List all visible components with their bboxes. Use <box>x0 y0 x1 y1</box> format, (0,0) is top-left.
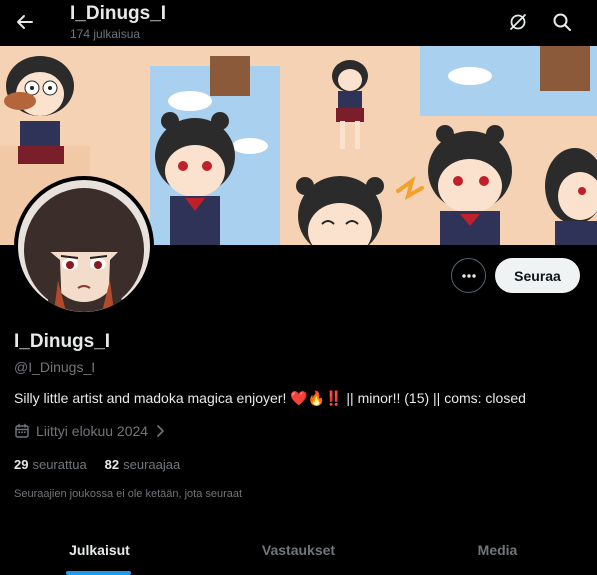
more-icon <box>461 273 476 278</box>
chevron-right-icon <box>157 425 164 437</box>
active-tab-indicator <box>66 571 131 575</box>
joined-date-link[interactable]: Liittyi elokuu 2024 <box>14 423 166 439</box>
post-count: 174 julkaisua <box>70 27 141 41</box>
follow-stats: 29 seurattua 82 seuraajaa <box>14 457 180 472</box>
user-handle: @I_Dinugs_I <box>14 359 96 375</box>
profile-bio: Silly little artist and madoka magica en… <box>14 390 526 406</box>
avatar[interactable] <box>14 176 154 316</box>
followers-link[interactable]: 82 seuraajaa <box>105 457 181 472</box>
header-title-block: I_Dinugs_I 174 julkaisua <box>70 2 166 41</box>
followers-you-know-note: Seuraajien joukossa ei ole ketään, jota … <box>14 488 243 500</box>
search-icon <box>553 13 571 31</box>
grok-button[interactable] <box>501 5 535 39</box>
arrow-left-icon <box>17 15 33 29</box>
joined-date: Liittyi elokuu 2024 <box>36 423 149 439</box>
back-button[interactable] <box>8 5 42 39</box>
following-link[interactable]: 29 seurattua <box>14 457 87 472</box>
grok-icon <box>510 14 526 30</box>
page-title: I_Dinugs_I <box>70 3 167 24</box>
following-count: 29 <box>14 457 29 472</box>
following-label: seurattua <box>32 457 87 472</box>
tab-replies[interactable]: Vastaukset <box>199 527 398 575</box>
profile-tabs: Julkaisut Vastaukset Media <box>0 527 597 575</box>
follow-button[interactable]: Seuraa <box>495 258 580 293</box>
followers-label: seuraajaa <box>123 457 181 472</box>
followers-count: 82 <box>104 457 120 472</box>
more-options-button[interactable] <box>451 258 486 293</box>
top-bar: I_Dinugs_I 174 julkaisua <box>0 0 597 46</box>
avatar-image <box>18 180 150 312</box>
search-button[interactable] <box>545 5 579 39</box>
tab-media[interactable]: Media <box>398 527 597 575</box>
tab-posts[interactable]: Julkaisut <box>0 527 199 575</box>
calendar-icon <box>15 423 29 438</box>
display-name: I_Dinugs_I <box>14 331 111 352</box>
